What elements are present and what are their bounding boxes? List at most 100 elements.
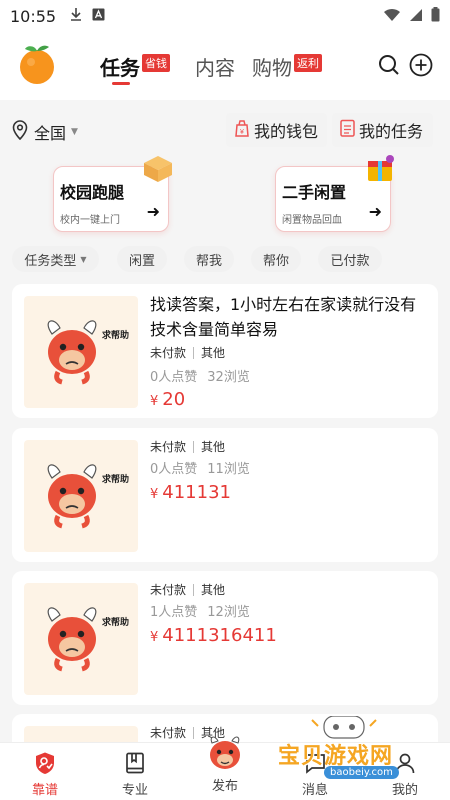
nav-label: 靠谱: [31, 783, 58, 798]
task-price: ¥20: [150, 389, 185, 410]
orange-logo[interactable]: [17, 41, 57, 85]
filter-chip[interactable]: 闲置: [117, 246, 167, 272]
task-card[interactable]: 求帮助 找读答案，1小时左右在家读就行没有技术含量简单容易 未付款 其他 0人点…: [12, 284, 438, 418]
chevron-down-icon: ▼: [71, 127, 78, 137]
divider: [193, 583, 195, 596]
my-wallet-button[interactable]: ¥ 我的钱包: [226, 113, 327, 147]
task-meta: 未付款 其他: [150, 581, 225, 598]
svg-text:¥: ¥: [240, 129, 244, 136]
campus-errand-card[interactable]: 校园跑腿 校内一键上门 ➜: [53, 156, 172, 232]
tab-tasks[interactable]: 任务 省钱: [100, 52, 170, 81]
book-icon: [123, 751, 147, 775]
currency-symbol: ¥: [150, 630, 159, 645]
payment-status: 未付款: [150, 583, 187, 597]
currency-symbol: ¥: [150, 394, 159, 409]
add-icon[interactable]: [409, 53, 433, 77]
task-thumbnail: 求帮助: [24, 296, 138, 408]
gift-box-icon: [362, 153, 398, 183]
package-icon: [140, 153, 176, 183]
wallet-icon: ¥: [234, 119, 250, 141]
thumb-caption: 求帮助: [102, 329, 129, 341]
help-mascot-icon: 求帮助: [47, 607, 129, 672]
download-icon: [70, 7, 82, 25]
task-card[interactable]: 求帮助 未付款 其他 0人点赞 11浏览 ¥411131: [12, 428, 438, 562]
status-bar: 10:55: [0, 0, 450, 32]
watermark-logo: 宝贝游戏网 baobeiy.com: [272, 716, 432, 786]
payment-status: 未付款: [150, 726, 187, 740]
second-hand-card[interactable]: 二手闲置 闲置物品回血 ➜: [275, 155, 394, 232]
nav-item-professional[interactable]: 专业: [105, 751, 165, 798]
task-price: ¥4111316411: [150, 625, 277, 646]
signal-icon: [409, 7, 423, 26]
tab-shopping[interactable]: 购物 返利: [252, 52, 322, 81]
nav-item-publish[interactable]: 发布: [203, 733, 247, 794]
price-value: 411131: [162, 482, 231, 503]
tab-tasks-tag: 省钱: [142, 54, 170, 72]
thumb-caption: 求帮助: [102, 616, 129, 628]
task-meta: 未付款 其他: [150, 344, 225, 361]
search-icon[interactable]: [377, 53, 401, 77]
app-header: 任务 省钱 内容 购物 返利: [0, 32, 450, 100]
chevron-down-icon: ▼: [80, 254, 87, 264]
tab-content-label: 内容: [195, 56, 235, 80]
tab-content[interactable]: 内容: [195, 52, 235, 81]
view-count: 12浏览: [207, 605, 250, 620]
filter-chip[interactable]: 帮你: [251, 246, 301, 272]
my-tasks-button[interactable]: 我的任务: [332, 113, 433, 147]
task-category: 其他: [201, 346, 226, 360]
filter-chip-label: 帮我: [195, 253, 222, 269]
task-type-filter[interactable]: 任务类型 ▼: [12, 246, 99, 272]
task-type-label: 任务类型: [24, 253, 77, 269]
task-stats: 1人点赞 12浏览: [150, 601, 250, 620]
like-count: 0人点赞: [150, 462, 198, 477]
watermark-url: baobeiy.com: [324, 766, 399, 779]
divider: [193, 726, 195, 739]
nav-label: 发布: [211, 779, 238, 794]
tab-tasks-label: 任务: [100, 56, 140, 80]
shield-user-icon: [33, 751, 57, 775]
a-icon: [92, 8, 105, 25]
view-count: 11浏览: [207, 462, 250, 477]
divider: [193, 440, 195, 453]
task-stats: 0人点赞 11浏览: [150, 458, 250, 477]
filter-chip-label: 闲置: [128, 253, 155, 269]
my-tasks-label: 我的任务: [359, 122, 424, 141]
divider: [193, 346, 195, 359]
location-label: 全国: [34, 124, 67, 143]
task-title: 找读答案，1小时左右在家读就行没有技术含量简单容易: [150, 295, 417, 339]
help-mascot-icon: 求帮助: [47, 464, 129, 529]
tab-shopping-label: 购物: [252, 56, 292, 80]
battery-icon: [431, 6, 440, 26]
status-time: 10:55: [10, 6, 57, 26]
task-thumbnail: 求帮助: [24, 440, 138, 552]
currency-symbol: ¥: [150, 487, 159, 502]
nav-item-reliable[interactable]: 靠谱: [15, 751, 75, 798]
publish-mascot-icon: [205, 733, 245, 773]
tab-shopping-tag: 返利: [294, 54, 322, 72]
payment-status: 未付款: [150, 440, 187, 454]
filter-chip[interactable]: 已付款: [318, 246, 382, 272]
filter-chip[interactable]: 帮我: [184, 246, 234, 272]
wifi-icon: [383, 7, 401, 26]
arrow-right-icon: ➜: [368, 202, 382, 221]
filter-chip-label: 帮你: [262, 253, 289, 269]
filter-chip-label: 已付款: [330, 253, 370, 269]
price-value: 20: [162, 389, 186, 410]
location-selector[interactable]: 全国 ▼: [12, 120, 78, 144]
like-count: 0人点赞: [150, 370, 198, 385]
thumb-caption: 求帮助: [102, 473, 129, 485]
arrow-right-icon: ➜: [146, 202, 160, 221]
task-card[interactable]: 求帮助 未付款 其他 1人点赞 12浏览 ¥4111316411: [12, 571, 438, 705]
task-stats: 0人点赞 32浏览: [150, 366, 250, 385]
task-category: 其他: [201, 440, 226, 454]
nav-label: 专业: [121, 783, 148, 798]
task-price: ¥411131: [150, 482, 231, 503]
payment-status: 未付款: [150, 346, 187, 360]
view-count: 32浏览: [207, 370, 250, 385]
task-thumbnail: 求帮助: [24, 583, 138, 695]
task-meta: 未付款 其他: [150, 438, 225, 455]
location-pin-icon: [12, 120, 28, 144]
help-mascot-icon: 求帮助: [47, 320, 129, 385]
task-list-icon: [340, 119, 355, 141]
like-count: 1人点赞: [150, 605, 198, 620]
